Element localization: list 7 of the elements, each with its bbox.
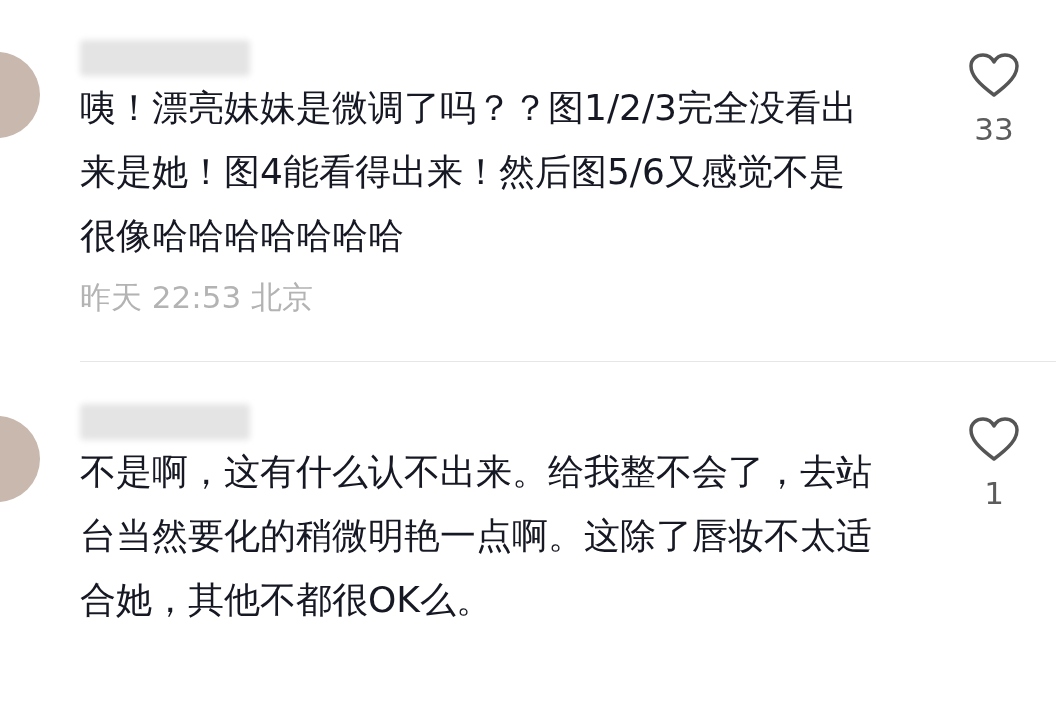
heart-icon[interactable] bbox=[968, 415, 1020, 462]
like-count: 1 bbox=[984, 473, 1004, 513]
comment-text: 咦！漂亮妹妹是微调了吗？？图1/2/3完全没看出来是她！图4能看得出来！然后图5/6又感觉不是很像哈哈哈哈哈哈哈 bbox=[80, 86, 858, 258]
comment-text: 不是啊，这有什么认不出来。给我整不会了，去站台当然要化的稍微明艳一点啊。这除了唇妆不太适合她，其他不都很OK么。 bbox=[80, 449, 873, 622]
heart-icon[interactable] bbox=[968, 52, 1020, 98]
comment-meta: 昨天 22:53 北京 bbox=[80, 278, 315, 317]
like-count: 33 bbox=[974, 110, 1014, 149]
